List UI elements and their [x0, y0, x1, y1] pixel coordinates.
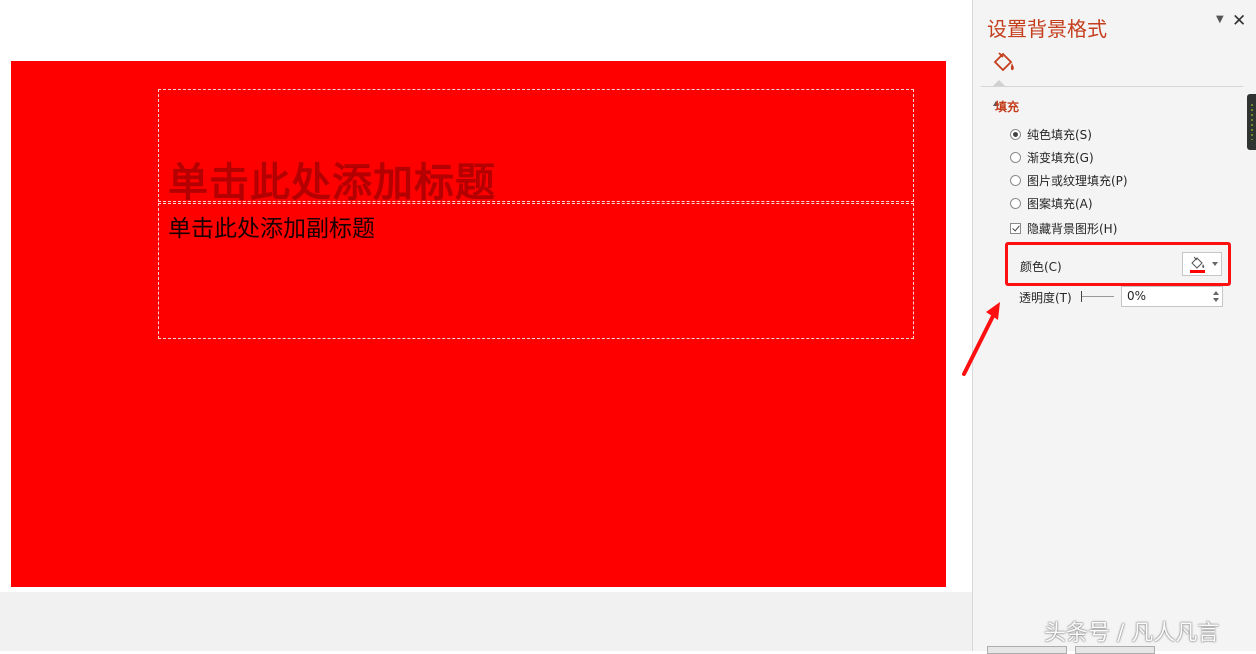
- gradient-fill-radio[interactable]: [1010, 151, 1021, 163]
- color-highlight-box: 颜色(C): [1005, 242, 1231, 286]
- gradient-fill-label: 渐变填充(G): [1027, 150, 1094, 165]
- solid-fill-label: 纯色填充(S): [1027, 127, 1092, 142]
- pane-divider: [981, 86, 1243, 87]
- slide[interactable]: 单击此处添加标题 单击此处添加副标题: [11, 61, 946, 587]
- close-icon[interactable]: ✕: [1232, 11, 1246, 31]
- format-background-pane: 设置背景格式 ▼ ✕ 填充 纯色填充(S) 渐变填充(G) 图片或纹理填充(P)…: [972, 0, 1256, 654]
- apply-to-all-button[interactable]: [1075, 646, 1155, 654]
- fill-color-dropdown[interactable]: [1182, 252, 1222, 276]
- title-placeholder[interactable]: 单击此处添加标题: [158, 89, 914, 206]
- slide-editing-area: 单击此处添加标题 单击此处添加副标题: [0, 0, 972, 651]
- pattern-fill-label: 图案填充(A): [1027, 196, 1093, 211]
- transparency-slider[interactable]: [1081, 296, 1114, 297]
- pattern-fill-option[interactable]: 图案填充(A): [1010, 194, 1093, 212]
- picture-texture-fill-radio[interactable]: [1010, 174, 1021, 186]
- chevron-down-icon: [1212, 262, 1218, 266]
- picture-texture-fill-label: 图片或纹理填充(P): [1027, 173, 1128, 188]
- hide-background-graphics-label: 隐藏背景图形(H): [1027, 221, 1118, 236]
- reset-background-button[interactable]: [987, 646, 1067, 654]
- transparency-spinner[interactable]: 0%: [1121, 286, 1223, 307]
- pane-options-icon[interactable]: ▼: [1216, 14, 1224, 25]
- hide-background-graphics-option[interactable]: 隐藏背景图形(H): [1010, 219, 1117, 237]
- editing-area-bottom: [0, 592, 972, 651]
- pane-title: 设置背景格式: [987, 17, 1107, 41]
- spin-up-icon[interactable]: [1213, 291, 1219, 295]
- paint-bucket-icon[interactable]: [989, 48, 1017, 76]
- hide-background-graphics-checkbox[interactable]: [1010, 222, 1021, 234]
- fill-color-icon: [1190, 256, 1205, 273]
- pattern-fill-radio[interactable]: [1010, 197, 1021, 209]
- watermark: 头条号 / 凡人凡言: [1044, 621, 1220, 646]
- scrollbar-edge[interactable]: [1247, 94, 1256, 150]
- transparency-label: 透明度(T): [1019, 291, 1072, 305]
- color-label: 颜色(C): [1020, 260, 1062, 274]
- spin-down-icon[interactable]: [1213, 298, 1219, 302]
- subtitle-placeholder[interactable]: 单击此处添加副标题: [158, 203, 914, 339]
- transparency-slider-thumb[interactable]: [1081, 291, 1082, 302]
- annotation-arrow: [962, 302, 1000, 376]
- title-placeholder-text: 单击此处添加标题: [168, 159, 496, 206]
- gradient-fill-option[interactable]: 渐变填充(G): [1010, 148, 1094, 166]
- solid-fill-option[interactable]: 纯色填充(S): [1010, 125, 1092, 143]
- solid-fill-radio[interactable]: [1010, 128, 1021, 140]
- subtitle-placeholder-text: 单击此处添加副标题: [168, 216, 375, 242]
- picture-texture-fill-option[interactable]: 图片或纹理填充(P): [1010, 171, 1128, 189]
- fill-section-header[interactable]: 填充: [995, 98, 1019, 115]
- transparency-value: 0%: [1127, 289, 1147, 303]
